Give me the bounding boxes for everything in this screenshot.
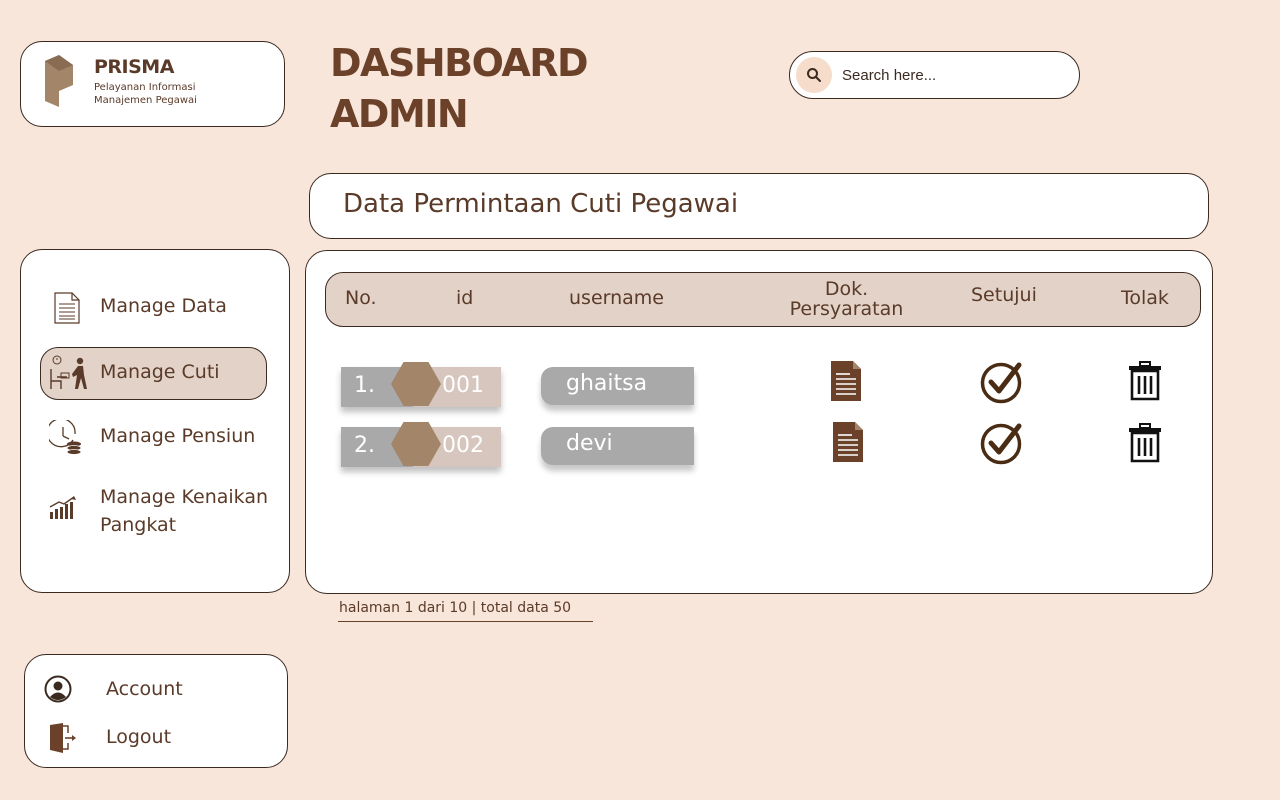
brand-name: PRISMA bbox=[94, 56, 174, 78]
growth-chart-icon bbox=[49, 496, 76, 519]
page-title: DASHBOARD ADMIN bbox=[330, 41, 589, 136]
hexagon-decoration bbox=[391, 422, 441, 466]
logout-door-icon bbox=[50, 723, 76, 753]
column-header-id: id bbox=[456, 287, 474, 309]
row-username: devi bbox=[566, 431, 613, 456]
brand-tagline-line2: Manajemen Pegawai bbox=[94, 95, 197, 106]
sidebar-nav: Manage Data Manage Cuti Manage Pensiun M… bbox=[20, 249, 290, 593]
user-circle-icon bbox=[44, 675, 72, 703]
account-button[interactable]: Account bbox=[25, 675, 289, 705]
hexagon-decoration bbox=[391, 362, 441, 406]
row-number-id-cell: 2. 002 bbox=[341, 422, 501, 467]
logo-card: PRISMA Pelayanan Informasi Manajemen Peg… bbox=[20, 41, 285, 127]
column-header-dokumen: Dok. Persyaratan bbox=[789, 278, 904, 320]
column-header-username: username bbox=[569, 287, 664, 309]
sidebar-item-label: Manage Pensiun bbox=[100, 425, 256, 447]
document-list-icon bbox=[54, 292, 80, 324]
logout-label: Logout bbox=[106, 726, 172, 748]
document-icon[interactable] bbox=[830, 360, 862, 402]
leave-walking-icon bbox=[50, 355, 87, 389]
brand-tagline-line1: Pelayanan Informasi bbox=[94, 82, 196, 93]
search-bar bbox=[789, 51, 1080, 99]
reject-trash-icon[interactable] bbox=[1128, 361, 1162, 401]
row-username: ghaitsa bbox=[566, 371, 648, 396]
search-input[interactable] bbox=[842, 62, 1067, 88]
reject-trash-icon[interactable] bbox=[1128, 423, 1162, 463]
pagination-info: halaman 1 dari 10 | total data 50 bbox=[338, 600, 593, 622]
row-username-cell: ghaitsa bbox=[541, 367, 694, 405]
logout-button[interactable]: Logout bbox=[25, 723, 289, 753]
approve-check-icon[interactable] bbox=[980, 360, 1024, 404]
sidebar-item-manage-cuti[interactable]: Manage Cuti bbox=[21, 354, 291, 394]
row-id: 001 bbox=[442, 373, 484, 398]
row-id: 002 bbox=[442, 433, 484, 458]
account-menu: Account Logout bbox=[24, 654, 288, 768]
search-button[interactable] bbox=[796, 57, 832, 93]
clock-coins-icon bbox=[49, 420, 82, 455]
row-number-id-cell: 1. 001 bbox=[341, 362, 501, 407]
row-number: 2. bbox=[354, 433, 375, 458]
sidebar-item-manage-pensiun[interactable]: Manage Pensiun bbox=[21, 420, 291, 456]
row-username-cell: devi bbox=[541, 427, 694, 465]
row-number: 1. bbox=[354, 373, 375, 398]
column-header-tolak: Tolak bbox=[1121, 287, 1169, 309]
table-row: 1. 001 ghaitsa bbox=[306, 361, 1214, 415]
prisma-logo-icon bbox=[45, 55, 73, 107]
sidebar-item-label: Manage Cuti bbox=[100, 361, 220, 383]
table-header: No. id username Dok. Persyaratan Setujui… bbox=[325, 272, 1201, 327]
document-icon[interactable] bbox=[832, 421, 864, 463]
section-title: Data Permintaan Cuti Pegawai bbox=[343, 189, 739, 219]
column-header-no: No. bbox=[345, 287, 377, 309]
account-label: Account bbox=[106, 678, 183, 700]
brand-tagline: Pelayanan Informasi Manajemen Pegawai bbox=[94, 81, 197, 107]
column-header-setujui: Setujui bbox=[971, 284, 1037, 306]
sidebar-item-manage-kenaikan-pangkat[interactable]: Manage Kenaikan Pangkat bbox=[21, 482, 291, 542]
search-icon bbox=[807, 68, 821, 82]
sidebar-item-manage-data[interactable]: Manage Data bbox=[21, 290, 291, 326]
section-header-card: Data Permintaan Cuti Pegawai bbox=[309, 173, 1209, 239]
table-row: 2. 002 devi bbox=[306, 422, 1214, 475]
leave-request-table: No. id username Dok. Persyaratan Setujui… bbox=[305, 250, 1213, 594]
sidebar-item-label: Manage Data bbox=[100, 295, 227, 317]
approve-check-icon[interactable] bbox=[980, 421, 1024, 465]
sidebar-item-label: Manage Kenaikan Pangkat bbox=[100, 486, 269, 536]
